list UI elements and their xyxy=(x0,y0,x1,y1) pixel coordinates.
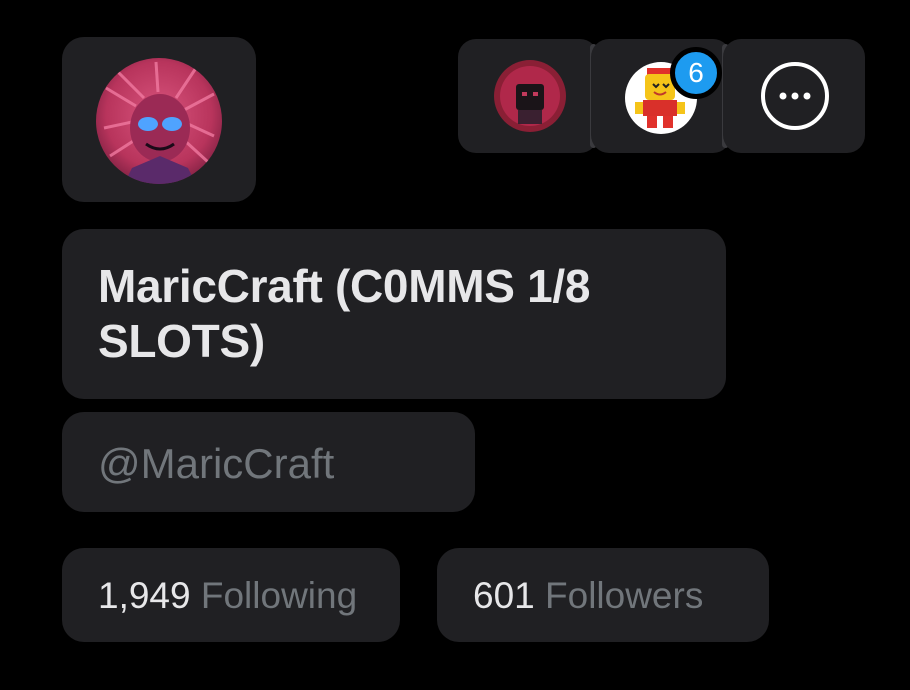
followers-count: 601 xyxy=(473,575,535,616)
account-avatar-icon xyxy=(494,60,566,132)
profile-avatar-icon xyxy=(96,58,222,184)
more-options-icon xyxy=(761,62,829,130)
following-label: Following xyxy=(200,575,358,616)
followers-label: Followers xyxy=(545,575,704,616)
following-count: 1,949 xyxy=(98,575,191,616)
handle-card: @MaricCraft xyxy=(62,412,475,512)
profile-avatar-card xyxy=(62,37,256,202)
username-handle: @MaricCraft xyxy=(98,440,335,487)
display-name-card: MaricCraft (C0MMS 1/8 SLOTS) xyxy=(62,229,726,399)
more-options-button[interactable] xyxy=(759,60,831,132)
display-name: MaricCraft (C0MMS 1/8 SLOTS) xyxy=(98,260,591,367)
followers-link[interactable]: 601 Followers xyxy=(437,548,769,642)
profile-header: 6 MaricCraft (C0MMS 1/8 SLOTS) @MaricCra… xyxy=(0,0,910,690)
following-link[interactable]: 1,949 Following xyxy=(62,548,400,642)
notification-badge: 6 xyxy=(670,47,722,99)
profile-avatar[interactable] xyxy=(96,58,222,184)
account-avatar-1[interactable] xyxy=(494,60,566,132)
